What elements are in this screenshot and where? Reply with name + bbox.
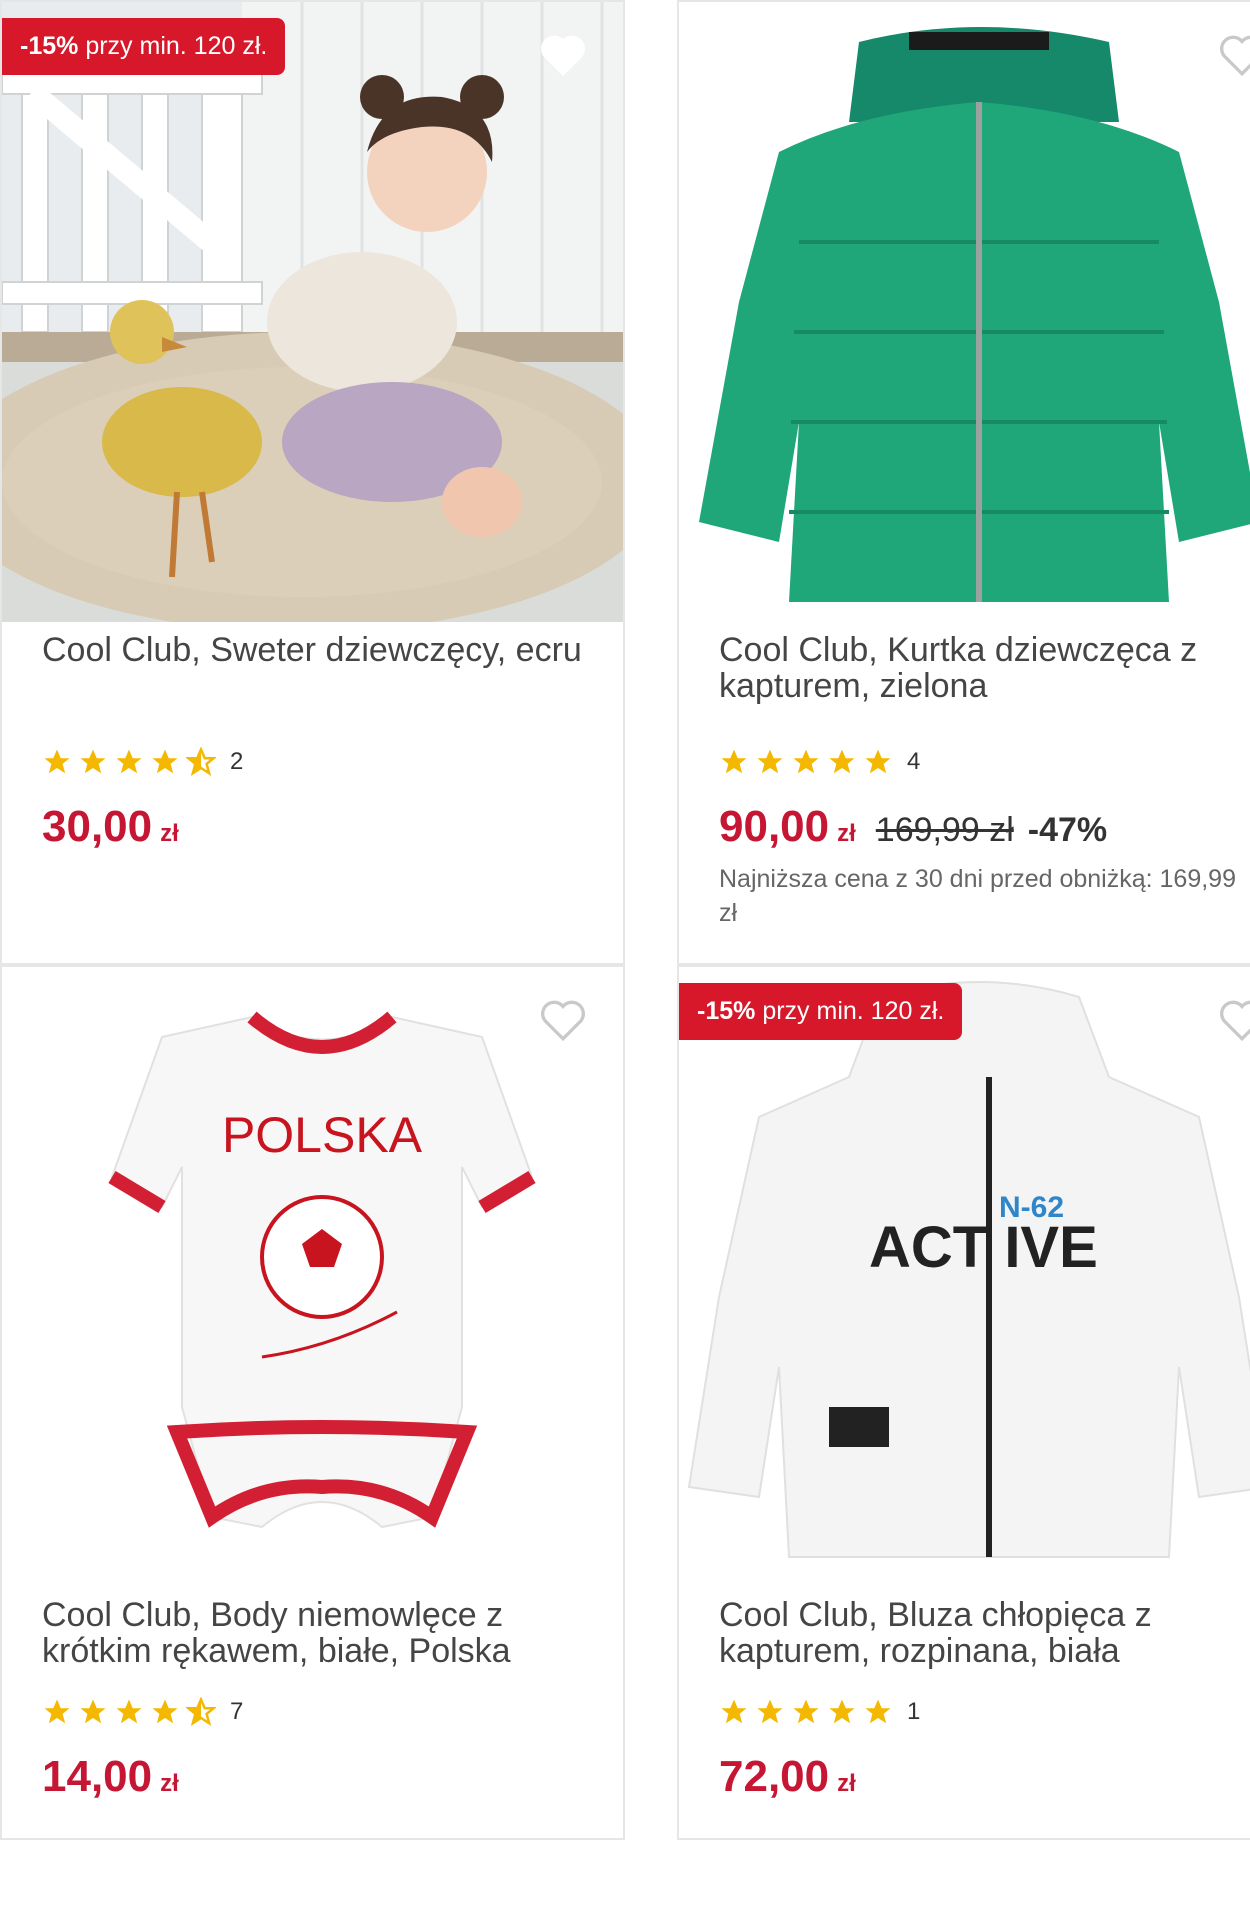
product-card[interactable]: Cool Club, Kurtka dziewczęca z kapturem,… [677, 0, 1250, 965]
product-title[interactable]: Cool Club, Sweter dziewczęcy, ecru [42, 632, 593, 668]
heart-icon[interactable] [1217, 32, 1250, 78]
product-image[interactable] [2, 2, 623, 622]
product-card[interactable]: POLSKA Cool Club, Body niemowlęce z krót… [0, 965, 625, 1840]
product-image[interactable]: ACT IVE N-62 [679, 967, 1250, 1587]
review-count: 1 [907, 1698, 921, 1725]
old-price: 169,99 zł [875, 811, 1014, 849]
print-text: ACT IVE [869, 1215, 1098, 1280]
product-card[interactable]: -15% przy min. 120 zł. Cool Club, Sweter… [0, 0, 625, 965]
star-half-icon [186, 1697, 216, 1727]
star-icon [116, 1699, 142, 1724]
star-icon [44, 1699, 70, 1724]
print-text: POLSKA [222, 1107, 423, 1163]
price: 90,00 zł 169,99 zł -47% [719, 802, 1108, 851]
star-icon [80, 1699, 106, 1724]
price: 30,00 zł [42, 802, 179, 851]
product-title[interactable]: Cool Club, Bluza chłopięca z kapturem, r… [719, 1597, 1245, 1669]
product-image[interactable]: POLSKA [2, 967, 623, 1587]
star-icon [152, 1699, 178, 1724]
star-icon [865, 1699, 891, 1724]
star-icon [865, 749, 891, 774]
star-icon [44, 749, 70, 774]
product-image[interactable] [679, 2, 1250, 622]
discount-badge: -47% [1027, 811, 1108, 849]
star-half-icon [186, 747, 216, 777]
price: 14,00 zł [42, 1752, 179, 1801]
star-icon [757, 749, 783, 774]
star-icon [80, 749, 106, 774]
product-card[interactable]: ACT IVE N-62 -15% przy min. 120 zł. Cool… [677, 965, 1250, 1840]
promo-badge: -15% przy min. 120 zł. [2, 18, 286, 75]
heart-icon[interactable] [1217, 997, 1250, 1043]
star-icon [793, 1699, 819, 1724]
star-icon [793, 749, 819, 774]
heart-icon[interactable] [538, 32, 588, 78]
product-title[interactable]: Cool Club, Kurtka dziewczęca z kapturem,… [719, 632, 1245, 704]
star-icon [116, 749, 142, 774]
lowest-price-note: Najniższa cena z 30 dni przed obniżką: 1… [719, 865, 1236, 927]
star-icon [152, 749, 178, 774]
product-title[interactable]: Cool Club, Body niemowlęce z krótkim ręk… [42, 1597, 593, 1669]
rating: 1 [719, 1697, 920, 1727]
star-icon [757, 1699, 783, 1724]
review-count: 2 [230, 748, 244, 775]
rating: 4 [719, 747, 920, 777]
star-icon [829, 1699, 855, 1724]
star-icon [829, 749, 855, 774]
review-count: 7 [230, 1698, 244, 1725]
review-count: 4 [907, 748, 921, 775]
heart-icon[interactable] [538, 997, 588, 1043]
price: 72,00 zł [719, 1752, 856, 1801]
star-icon [721, 1699, 747, 1724]
promo-badge: -15% przy min. 120 zł. [679, 983, 963, 1040]
star-icon [721, 749, 747, 774]
print-sub: N-62 [999, 1191, 1064, 1224]
rating: 7 [42, 1697, 243, 1727]
rating: 2 [42, 747, 243, 777]
